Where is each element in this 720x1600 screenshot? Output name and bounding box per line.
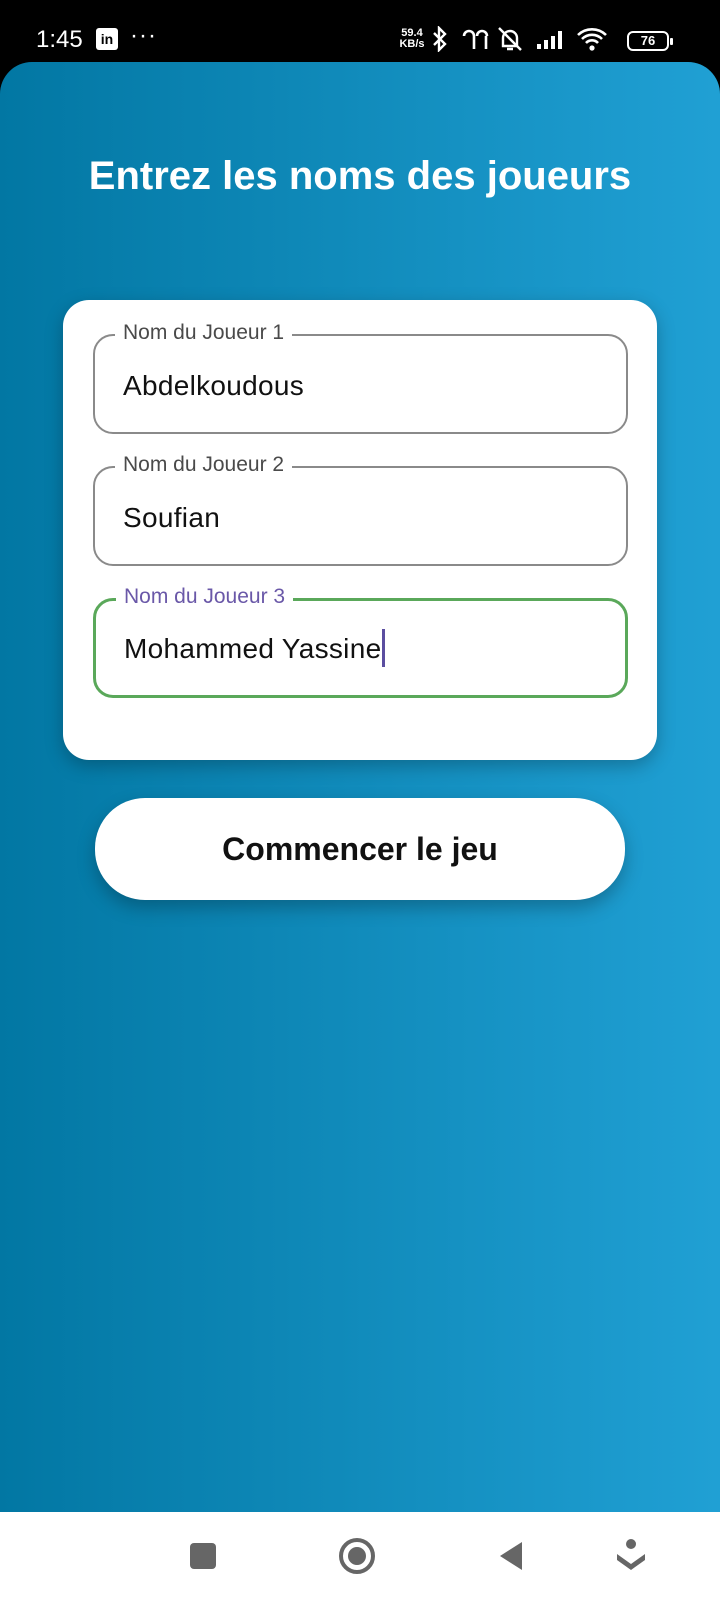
player-3-input[interactable]: Mohammed Yassine <box>124 628 386 667</box>
player-3-label: Nom du Joueur 3 <box>116 584 294 610</box>
player-1-value[interactable]: Abdelkoudous <box>123 370 304 402</box>
player-1-label: Nom du Joueur 1 <box>115 320 293 346</box>
vibrate-off-icon <box>498 27 522 51</box>
linkedin-icon: in <box>96 28 118 50</box>
network-speed-unit: KB/s <box>399 38 425 50</box>
page-title: Entrez les noms des joueurs <box>88 154 632 198</box>
app-screen: Entrez les noms des joueurs Nom du Joueu… <box>0 62 720 1512</box>
recents-icon[interactable] <box>188 1536 218 1576</box>
signal-icon <box>537 31 562 49</box>
text-caret <box>382 628 386 667</box>
bluetooth-icon <box>433 26 447 52</box>
player-2-name-field[interactable]: Nom du Joueur 2 Soufian <box>93 452 628 566</box>
more-notifications-icon: ··· <box>130 22 157 49</box>
home-icon[interactable] <box>337 1536 377 1576</box>
status-time: 1:45 <box>36 26 83 53</box>
player-2-label: Nom du Joueur 2 <box>115 452 293 478</box>
player-1-name-field[interactable]: Nom du Joueur 1 Abdelkoudous <box>93 320 628 434</box>
earbuds-icon <box>462 29 489 49</box>
assistant-icon[interactable] <box>614 1536 648 1576</box>
player-names-card: Nom du Joueur 1 Abdelkoudous Nom du Joue… <box>63 300 657 760</box>
network-speed: 59.4 KB/s <box>397 28 427 50</box>
battery-icon: 76 <box>627 31 673 51</box>
wifi-icon <box>577 28 607 51</box>
player-2-value[interactable]: Soufian <box>123 502 220 534</box>
player-3-name-field[interactable]: Nom du Joueur 3 Mohammed Yassine <box>93 584 628 698</box>
back-icon[interactable] <box>496 1536 528 1576</box>
start-game-button[interactable]: Commencer le jeu <box>95 798 625 900</box>
player-3-value: Mohammed Yassine <box>124 633 382 664</box>
navigation-bar <box>0 1512 720 1600</box>
